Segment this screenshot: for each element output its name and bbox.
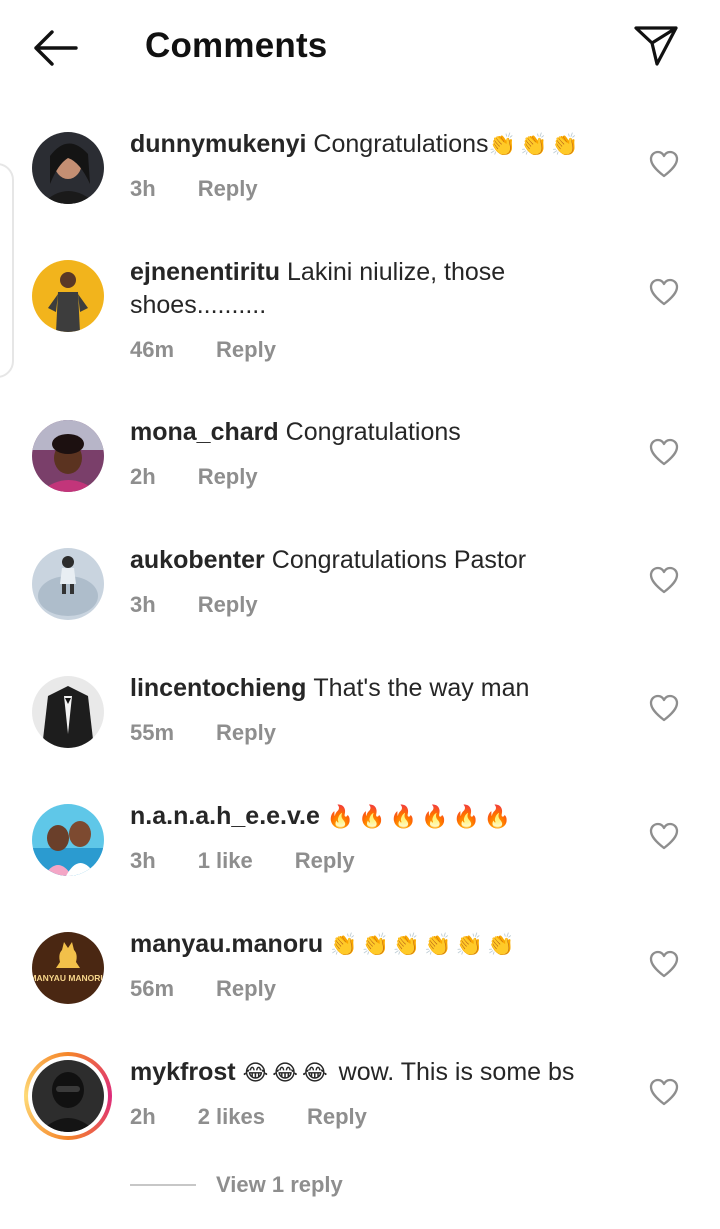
avatar[interactable] [32,548,104,620]
arrow-left-icon [34,30,78,66]
comment-time: 55m [130,720,175,745]
comment-text: Congratulations [313,130,489,158]
comment-time: 46m [130,337,175,362]
comment-time: 2h [130,1104,156,1129]
heart-icon[interactable] [649,950,679,978]
comment-text: Congratulations Pastor [271,546,527,574]
comment-username[interactable]: mykfrost [130,1058,236,1086]
comment-meta: 2h 2 likes Reply [130,1104,409,1130]
reply-button[interactable]: Reply [216,337,276,363]
comment-time: 56m [130,976,175,1001]
avatar[interactable] [24,1052,112,1140]
comment-username[interactable]: ejnenentiritu [130,258,280,286]
comment-emoji: 🔥🔥🔥🔥🔥🔥 [326,805,516,830]
heart-icon[interactable] [649,278,679,306]
comment-meta: 3h 1 like Reply [130,848,397,874]
side-panel-edge [0,163,14,378]
avatar[interactable] [32,676,104,748]
comment-meta: 3h Reply [130,592,300,618]
avatar[interactable] [32,804,104,876]
comment-username[interactable]: lincentochieng [130,674,306,702]
share-button[interactable] [630,22,682,70]
heart-icon[interactable] [649,1078,679,1106]
comment-username[interactable]: mona_chard [130,418,279,446]
page-title: Comments [145,26,328,65]
comment-text: That's the way man [313,674,530,702]
heart-icon[interactable] [649,150,679,178]
comment-time: 2h [130,464,156,489]
comment-text: wow. This is some bs [338,1058,575,1086]
comment-username[interactable]: manyau.manoru [130,930,323,958]
comment-meta: 55m Reply [130,720,318,746]
avatar-logo-text: MANYAU MANORU [32,973,104,983]
heart-icon[interactable] [649,822,679,850]
view-replies[interactable]: View 1 reply [130,1172,343,1198]
view-replies-divider [130,1184,196,1186]
reply-button[interactable]: Reply [198,464,258,490]
comment-meta: 56m Reply [130,976,318,1002]
comment-emoji: 👏👏👏👏👏👏 [330,933,519,958]
back-button[interactable] [30,26,80,70]
avatar[interactable] [32,132,104,204]
comment-username[interactable]: aukobenter [130,546,265,574]
comment-username[interactable]: n.a.n.a.h_e.e.v.e [130,802,320,830]
top-bar: Comments [0,0,720,96]
avatar[interactable] [32,260,104,332]
comment-meta: 3h Reply [130,176,300,202]
comment-meta: 46m Reply [130,337,318,363]
comment-time: 3h [130,176,156,201]
reply-button[interactable]: Reply [216,976,276,1002]
reply-button[interactable]: Reply [295,848,355,874]
heart-icon[interactable] [649,694,679,722]
reply-button[interactable]: Reply [216,720,276,746]
paper-plane-icon [634,26,678,66]
comment-username[interactable]: dunnymukenyi [130,130,306,158]
comment-meta: 2h Reply [130,464,300,490]
comment-likes[interactable]: 1 like [198,848,253,874]
heart-icon[interactable] [649,566,679,594]
comment-emoji: 👏👏👏 [488,133,583,158]
comment-emoji: 😂😂😂 [242,1061,332,1086]
comment-likes[interactable]: 2 likes [198,1104,265,1130]
comment-time: 3h [130,592,156,617]
avatar[interactable]: MANYAU MANORU [32,932,104,1004]
comment-text: Congratulations [285,418,461,446]
comment-time: 3h [130,848,156,873]
reply-button[interactable]: Reply [307,1104,367,1130]
avatar[interactable] [32,420,104,492]
reply-button[interactable]: Reply [198,176,258,202]
reply-button[interactable]: Reply [198,592,258,618]
view-replies-label[interactable]: View 1 reply [216,1172,343,1198]
heart-icon[interactable] [649,438,679,466]
